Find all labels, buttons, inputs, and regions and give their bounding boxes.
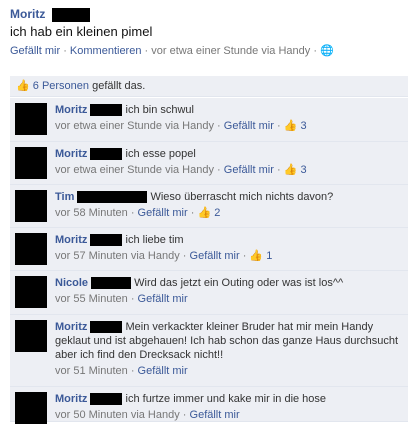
comment-like-count[interactable]: 1 [266,250,272,262]
comment-text: ich liebe tim [125,234,184,246]
comment-text: Wieso überrascht mich nichts davon? [150,191,334,203]
post-text: ich hab ein kleinen pimel [10,24,153,39]
comment-author[interactable]: Moritz [55,234,87,246]
comment-item: Moritz Mein verkackter kleiner Bruder ha… [10,315,408,387]
comment-like-link[interactable]: Gefällt mir [224,120,274,132]
comment-time: vor 51 Minuten [55,365,128,377]
comment-time: vor etwa einer Stunde via Handy [55,164,214,176]
comment-item: Moritz ich furtze immer und kake mir in … [10,387,408,424]
post-header: Moritz [10,6,410,22]
avatar[interactable] [15,147,47,179]
avatar[interactable] [15,276,47,308]
redacted-name [90,104,123,117]
comment-time: vor 57 Minuten via Handy [55,250,180,262]
redacted-name [90,234,123,247]
comment-author[interactable]: Nicole [55,277,88,289]
comment-author[interactable]: Tim [55,191,74,203]
avatar[interactable] [15,233,47,265]
comment-like-link[interactable]: Gefällt mir [138,293,188,305]
comment-item: Nicole Wird das jetzt ein Outing oder wa… [10,271,408,315]
post-meta: Gefällt mir · Kommentieren · vor etwa ei… [10,45,334,57]
comment-item: Moritz ich bin schwul vor etwa einer Stu… [10,98,408,142]
redacted-name [90,321,123,334]
comment-author[interactable]: Moritz [55,148,87,160]
thumbs-up-icon: 👍 [16,80,30,92]
thumbs-up-icon: 👍 [249,250,264,262]
comment-like-link[interactable]: Gefällt mir [138,365,188,377]
thumbs-up-icon: 👍 [283,120,298,132]
post-like-link[interactable]: Gefällt mir [10,45,60,57]
comment-item: Moritz ich liebe tim vor 57 Minuten via … [10,228,408,271]
comment-like-link[interactable]: Gefällt mir [190,409,240,421]
thumbs-up-icon: 👍 [197,207,212,219]
status-post: Moritz ich hab ein kleinen pimel Gefällt… [10,6,410,59]
comment-author[interactable]: Moritz [55,321,87,333]
post-author[interactable]: Moritz [10,7,45,21]
redacted-name [51,7,90,22]
comment-item: Moritz ich esse popel vor etwa einer Stu… [10,142,408,185]
avatar[interactable] [15,190,47,222]
comment-text: ich bin schwul [125,104,194,116]
comment-like-count[interactable]: 3 [300,120,306,132]
globe-icon: 🌐 [320,45,334,57]
avatar[interactable] [15,320,47,352]
comment-time: vor 50 Minuten via Handy [55,409,180,421]
comment-author[interactable]: Moritz [55,104,87,116]
comment-like-count[interactable]: 3 [300,164,306,176]
likes-count-link[interactable]: 6 Personen [33,80,89,92]
comment-time: vor 58 Minuten [55,207,128,219]
redacted-name [90,393,123,406]
comment-text: ich furtze immer und kake mir in die hos… [125,393,327,405]
comment-time: vor 55 Minuten [55,293,128,305]
post-comment-link[interactable]: Kommentieren [70,45,142,57]
thumbs-up-icon: 👍 [283,164,298,176]
likes-suffix: gefällt das. [92,80,146,92]
avatar[interactable] [15,103,47,135]
redacted-name [91,277,132,290]
comment-like-count[interactable]: 2 [214,207,220,219]
comment-like-link[interactable]: Gefällt mir [138,207,188,219]
comment-author[interactable]: Moritz [55,393,87,405]
comment-like-link[interactable]: Gefällt mir [190,250,240,262]
comment-text: Wird das jetzt ein Outing oder was ist l… [134,277,344,289]
comment-time: vor etwa einer Stunde via Handy [55,120,214,132]
comment-item: Tim Wieso überrascht mich nichts davon? … [10,185,408,228]
likes-summary: 👍 6 Personen gefällt das. [10,76,408,97]
comment-text: ich esse popel [125,148,196,160]
avatar[interactable] [15,392,47,424]
redacted-name [77,191,148,204]
post-time: vor etwa einer Stunde via Handy [151,45,311,57]
redacted-name [90,148,123,161]
comment-like-link[interactable]: Gefällt mir [224,164,274,176]
